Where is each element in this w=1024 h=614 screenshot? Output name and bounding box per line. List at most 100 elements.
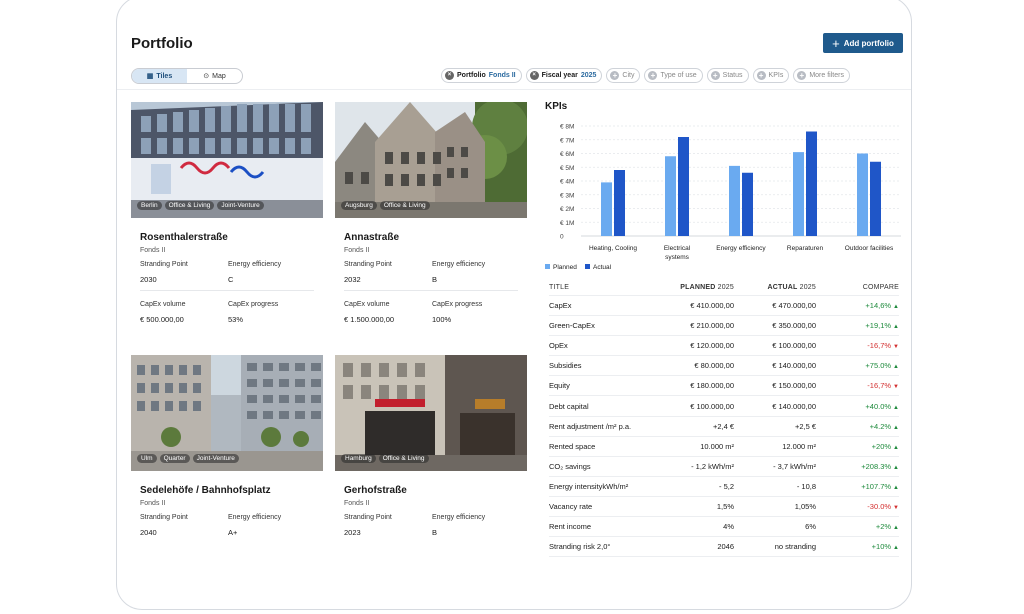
- row-actual: € 140.000,00: [772, 401, 816, 411]
- row-actual: - 3,7 kWh/m²: [773, 461, 816, 471]
- table-row[interactable]: CapEx € 410.000,00 € 470.000,00 +14,6% ▲: [549, 296, 899, 317]
- table-body: CapEx € 410.000,00 € 470.000,00 +14,6% ▲ Gree…: [549, 296, 899, 558]
- x-tick-label: Heating, Cooling: [589, 245, 637, 252]
- row-planned: € 100.000,00: [690, 401, 734, 411]
- col-compare: COMPARE: [862, 284, 899, 291]
- arrow-up-icon: ▲: [893, 464, 899, 471]
- row-planned: - 1,2 kWh/m²: [691, 461, 734, 471]
- y-tick-label: 0: [560, 234, 564, 241]
- arrow-up-icon: ▲: [893, 404, 899, 411]
- y-tick-label: € 5M: [560, 165, 574, 172]
- compare-value: +40.0%: [865, 401, 892, 411]
- app-window: Portfolio + Add portfolio ▦ Tiles ⊙ Map …: [116, 0, 912, 610]
- compare-value: -16,7%: [867, 341, 892, 351]
- row-title: Debt capital: [549, 401, 589, 411]
- table-row[interactable]: Equity € 180.000,00 € 150.000,00 -16,7% ▼: [549, 376, 899, 397]
- property-tags: Hamburg Office & Living: [341, 454, 429, 463]
- property-card[interactable]: Augsburg Office & Living Annastraße Fond…: [335, 102, 527, 324]
- property-card[interactable]: Ulm Quarter Joint-Venture Sedelehöfe / B…: [131, 355, 323, 557]
- row-title: OpEx: [549, 341, 568, 351]
- arrow-down-icon: ▼: [893, 344, 899, 351]
- card-divider: [344, 290, 518, 291]
- stranding-label: Stranding Point: [140, 261, 188, 268]
- property-fund: Fonds II: [344, 500, 370, 507]
- progress-value: 100%: [432, 315, 452, 324]
- property-card[interactable]: Hamburg Office & Living Gerhofstraße Fon…: [335, 355, 527, 557]
- x-tick-label: Electrical: [664, 245, 691, 252]
- table-header: TITLE PLANNED 2025 ACTUAL 2025 COMPARE: [549, 280, 899, 296]
- remove-filter-icon[interactable]: ×: [529, 71, 539, 80]
- property-tags: Augsburg Office & Living: [341, 201, 430, 210]
- y-tick-label: € 3M: [560, 192, 574, 199]
- tag-city: Augsburg: [341, 201, 377, 210]
- grid-icon: ▦: [146, 73, 154, 80]
- filter-label: Type of use: [660, 72, 697, 79]
- tag-use: Office & Living: [164, 201, 215, 210]
- filter-fiscal-year[interactable]: × Fiscal year 2025: [525, 68, 603, 83]
- table-row[interactable]: Vacancy rate 1,5% 1,05% -30.0% ▼: [549, 497, 899, 518]
- row-planned: € 120.000,00: [690, 341, 734, 351]
- bar-planned: [729, 165, 740, 236]
- table-row[interactable]: OpEx € 120.000,00 € 100.000,00 -16,7% ▼: [549, 336, 899, 357]
- filter-kpis[interactable]: + KPIs: [752, 68, 790, 83]
- arrow-up-icon: ▲: [893, 424, 899, 431]
- planned-year: 2025: [717, 284, 734, 291]
- property-card[interactable]: Berlin Office & Living Joint-Venture Ros…: [131, 102, 323, 324]
- tiles-view-button[interactable]: ▦ Tiles: [132, 69, 187, 83]
- row-actual: € 470.000,00: [772, 301, 816, 311]
- view-toggle: ▦ Tiles ⊙ Map: [131, 68, 243, 84]
- filter-more[interactable]: + More filters: [793, 68, 850, 83]
- property-photo: Augsburg Office & Living: [335, 102, 527, 218]
- table-row[interactable]: Debt capital € 100.000,00 € 140.000,00 +40.…: [549, 396, 899, 417]
- property-tags: Berlin Office & Living Joint-Venture: [137, 201, 264, 210]
- compare-value: +2%: [875, 522, 892, 532]
- add-portfolio-button[interactable]: + Add portfolio: [823, 33, 903, 53]
- table-row[interactable]: Green-CapEx € 210.000,00 € 350.000,00 +19,1…: [549, 316, 899, 337]
- table-row[interactable]: Stranding risk 2,0° 2046 no stranding +10% ▲: [549, 537, 899, 558]
- property-name: Sedelehöfe / Bahnhofsplatz: [140, 485, 271, 496]
- row-title: CO₂ savings: [549, 461, 591, 471]
- filter-portfolio[interactable]: × Portfolio Fonds II: [441, 68, 522, 83]
- y-tick-label: € 4M: [560, 179, 574, 186]
- legend-label: Planned: [553, 264, 577, 271]
- arrow-up-icon: ▲: [893, 364, 899, 371]
- legend-swatch: [585, 264, 590, 269]
- arrow-up-icon: ▲: [893, 545, 899, 552]
- y-tick-label: € 1M: [560, 220, 574, 227]
- compare-value: +14,6%: [865, 301, 892, 311]
- filter-type-of-use[interactable]: + Type of use: [644, 68, 703, 83]
- table-row[interactable]: Rent adjustment /m² p.a. +2,4 € +2,5 € +4.2…: [549, 417, 899, 437]
- row-title: Rent income: [549, 522, 592, 532]
- row-planned: 10.000 m²: [700, 441, 734, 451]
- table-row[interactable]: Subsidies € 80.000,00 € 140.000,00 +75.0% ▲: [549, 356, 899, 377]
- table-row[interactable]: Energy intensitykWh/m² - 5,2- 10,8 +107.7%…: [549, 477, 899, 497]
- row-compare: +107.7% ▲: [816, 482, 899, 491]
- row-planned: € 210.000,00: [690, 321, 734, 331]
- row-compare: +20% ▲: [816, 442, 899, 451]
- remove-filter-icon[interactable]: ×: [445, 71, 454, 80]
- map-view-button[interactable]: ⊙ Map: [187, 69, 242, 83]
- efficiency-label: Energy efficiency: [432, 261, 486, 268]
- kpi-table: TITLE PLANNED 2025 ACTUAL 2025 COMPARE C…: [549, 280, 899, 558]
- compare-value: -16,7%: [867, 381, 892, 391]
- efficiency-label: Energy efficiency: [228, 514, 282, 521]
- table-row[interactable]: Rented space 10.000 m² 12.000 m² +20% ▲: [549, 437, 899, 457]
- arrow-up-icon: ▲: [893, 304, 899, 311]
- arrow-up-icon: ▲: [893, 444, 899, 451]
- compare-value: +4.2%: [869, 421, 892, 431]
- filter-status[interactable]: + Status: [706, 68, 749, 83]
- table-row[interactable]: CO₂ savings - 1,2 kWh/m² - 3,7 kWh/m² +208.…: [549, 457, 899, 477]
- row-actual: +2,5 €: [794, 421, 816, 431]
- stranding-value: 2030: [140, 275, 157, 284]
- property-fund: Fonds II: [140, 500, 166, 507]
- filter-city[interactable]: + City: [606, 68, 641, 83]
- efficiency-value: A+: [228, 528, 238, 537]
- row-title: Rent adjustment /m² p.a.: [549, 421, 632, 431]
- table-row[interactable]: Rent income 4% 6% +2% ▲: [549, 517, 899, 538]
- progress-label: CapEx progress: [228, 301, 279, 308]
- row-actual: - 10,8: [796, 481, 816, 491]
- bar-actual: [678, 137, 689, 236]
- add-portfolio-label: Add portfolio: [843, 38, 894, 48]
- legend-swatch: [545, 264, 550, 269]
- y-tick-label: € 2M: [560, 206, 574, 213]
